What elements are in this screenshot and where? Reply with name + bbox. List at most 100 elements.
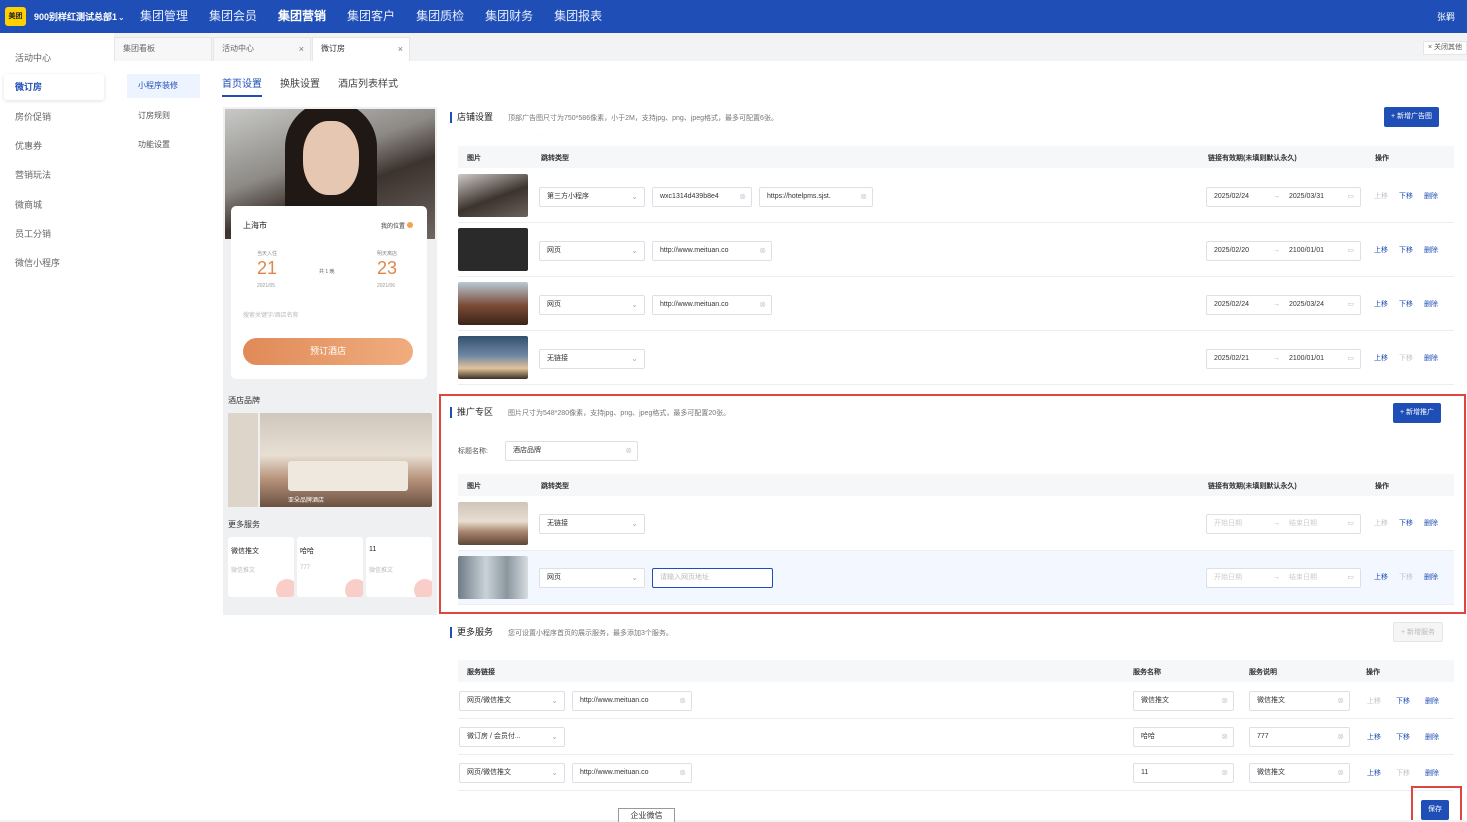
delete-button[interactable]: 删除 [1424, 518, 1438, 528]
tab-activity-center[interactable]: 活动中心 × [213, 37, 311, 61]
clear-icon[interactable]: ⊗ [1337, 728, 1344, 746]
delete-button[interactable]: 删除 [1424, 299, 1438, 309]
jump-type-select[interactable]: 网页 ⌄ [539, 295, 645, 315]
tab-dashboard[interactable]: 集团看板 [114, 37, 212, 61]
service-name-input[interactable]: 微信推文 ⊗ [1133, 691, 1234, 711]
subnav-item-miniprogram-decor[interactable]: 小程序装修 [127, 74, 200, 98]
clear-icon[interactable]: ⊗ [739, 188, 746, 206]
subnav-item-booking-rules[interactable]: 订房规则 [127, 104, 200, 128]
date-range-picker[interactable]: 2025/02/20 → 2100/01/01 ▭ [1206, 241, 1361, 261]
url-input[interactable]: http://www.meituan.co ⊗ [652, 241, 772, 261]
move-up-button[interactable]: 上移 [1374, 245, 1388, 255]
sidebar-item-staff-distribution[interactable]: 员工分销 [4, 221, 104, 247]
service-name-input[interactable]: 11 ⊗ [1133, 763, 1234, 783]
appid-input[interactable]: wxc1314d439b8e4 ⊗ [652, 187, 752, 207]
date-range-picker[interactable]: 开始日期 → 结束日期 ▭ [1206, 514, 1361, 534]
top-nav-item-members[interactable]: 集团会员 [209, 8, 257, 24]
delete-button[interactable]: 删除 [1425, 768, 1439, 778]
jump-type-select[interactable]: 网页 ⌄ [539, 568, 645, 588]
url-input[interactable]: 请输入网页地址 [652, 568, 773, 588]
move-up-button[interactable]: 上移 [1374, 353, 1388, 363]
add-banner-button[interactable]: + 新增广告图 [1384, 107, 1440, 127]
sidebar-item-coupons[interactable]: 优惠券 [4, 133, 104, 159]
service-url-input[interactable]: http://www.meituan.co ⊗ [572, 763, 692, 783]
url-input[interactable]: https://hotelpms.sjst. ⊗ [759, 187, 873, 207]
service-link-select[interactable]: 网页/微信推文 ⌄ [459, 763, 565, 783]
top-nav-item-reports[interactable]: 集团报表 [554, 8, 602, 24]
title-name-input[interactable]: 酒店品牌 ⊗ [505, 441, 638, 461]
service-link-select[interactable]: 微订房 / 会员付... ⌄ [459, 727, 565, 747]
sidebar-item-price-promo[interactable]: 房价促销 [4, 104, 104, 130]
move-up-button[interactable]: 上移 [1374, 518, 1388, 528]
top-nav-item-quality[interactable]: 集团质检 [416, 8, 464, 24]
jump-type-select[interactable]: 无链接 ⌄ [539, 349, 645, 369]
top-nav-item-marketing[interactable]: 集团营销 [278, 8, 326, 24]
sidebar-item-micro-mall[interactable]: 微商城 [4, 192, 104, 218]
date-range-picker[interactable]: 2025/02/21 → 2100/01/01 ▭ [1206, 349, 1361, 369]
delete-button[interactable]: 删除 [1424, 353, 1438, 363]
sidebar-item-marketing-play[interactable]: 营销玩法 [4, 162, 104, 188]
tab-micro-booking[interactable]: 微订房 × [312, 37, 410, 61]
service-link-select[interactable]: 网页/微信推文 ⌄ [459, 691, 565, 711]
jump-type-select[interactable]: 第三方小程序 ⌄ [539, 187, 645, 207]
tab-skin-settings[interactable]: 换肤设置 [280, 75, 320, 97]
move-up-button[interactable]: 上移 [1374, 191, 1388, 201]
move-down-button[interactable]: 下移 [1399, 572, 1413, 582]
delete-button[interactable]: 删除 [1425, 732, 1439, 742]
clear-icon[interactable]: ⊗ [679, 692, 686, 710]
move-down-button[interactable]: 下移 [1396, 768, 1410, 778]
top-nav-item-management[interactable]: 集团管理 [140, 8, 188, 24]
save-button[interactable]: 保存 [1421, 800, 1449, 820]
service-desc-input[interactable]: 微信推文 ⊗ [1249, 763, 1350, 783]
service-url-input[interactable]: http://www.meituan.co ⊗ [572, 691, 692, 711]
close-icon[interactable]: × [398, 38, 403, 60]
top-nav-item-customers[interactable]: 集团客户 [347, 8, 395, 24]
clear-icon[interactable]: ⊗ [625, 442, 632, 460]
sidebar-item-activity[interactable]: 活动中心 [4, 45, 104, 71]
top-nav-item-finance[interactable]: 集团财务 [485, 8, 533, 24]
move-down-button[interactable]: 下移 [1399, 191, 1413, 201]
tab-home-settings[interactable]: 首页设置 [222, 75, 262, 97]
subnav-item-feature-settings[interactable]: 功能设置 [127, 133, 200, 157]
move-up-button[interactable]: 上移 [1374, 299, 1388, 309]
close-other-tabs-button[interactable]: × 关闭其他 [1422, 41, 1467, 55]
sidebar-item-micro-booking[interactable]: 微订房 [4, 74, 104, 100]
date-range-picker[interactable]: 开始日期 → 结束日期 ▭ [1206, 568, 1361, 588]
service-desc-input[interactable]: 微信推文 ⊗ [1249, 691, 1350, 711]
clear-icon[interactable]: ⊗ [1337, 692, 1344, 710]
add-promo-button[interactable]: + 新增推广 [1393, 403, 1442, 423]
user-menu[interactable]: 张羁 [1437, 10, 1455, 23]
clear-icon[interactable]: ⊗ [1221, 692, 1228, 710]
delete-button[interactable]: 删除 [1425, 696, 1439, 706]
date-range-picker[interactable]: 2025/02/24 → 2025/03/31 ▭ [1206, 187, 1361, 207]
delete-button[interactable]: 删除 [1424, 572, 1438, 582]
move-up-button[interactable]: 上移 [1367, 732, 1381, 742]
move-up-button[interactable]: 上移 [1367, 696, 1381, 706]
move-down-button[interactable]: 下移 [1399, 518, 1413, 528]
url-input[interactable]: http://www.meituan.co ⊗ [652, 295, 772, 315]
clear-icon[interactable]: ⊗ [759, 296, 766, 314]
close-icon[interactable]: × [299, 38, 304, 60]
delete-button[interactable]: 删除 [1424, 191, 1438, 201]
service-desc-input[interactable]: 777 ⊗ [1249, 727, 1350, 747]
clear-icon[interactable]: ⊗ [1221, 728, 1228, 746]
date-range-picker[interactable]: 2025/02/24 → 2025/03/24 ▭ [1206, 295, 1361, 315]
clear-icon[interactable]: ⊗ [860, 188, 867, 206]
delete-button[interactable]: 删除 [1424, 245, 1438, 255]
move-down-button[interactable]: 下移 [1396, 732, 1410, 742]
service-name-input[interactable]: 哈哈 ⊗ [1133, 727, 1234, 747]
move-down-button[interactable]: 下移 [1399, 353, 1413, 363]
org-switcher[interactable]: 900别样红测试总部1⌄ [34, 10, 125, 23]
add-service-button[interactable]: + 新增服务 [1393, 622, 1444, 642]
clear-icon[interactable]: ⊗ [1337, 764, 1344, 782]
clear-icon[interactable]: ⊗ [679, 764, 686, 782]
jump-type-select[interactable]: 无链接 ⌄ [539, 514, 645, 534]
clear-icon[interactable]: ⊗ [759, 242, 766, 260]
move-down-button[interactable]: 下移 [1396, 696, 1410, 706]
move-down-button[interactable]: 下移 [1399, 299, 1413, 309]
move-up-button[interactable]: 上移 [1374, 572, 1388, 582]
sidebar-item-wechat-miniprogram[interactable]: 微信小程序 [4, 250, 104, 276]
tab-hotel-list-style[interactable]: 酒店列表样式 [338, 75, 398, 97]
move-down-button[interactable]: 下移 [1399, 245, 1413, 255]
move-up-button[interactable]: 上移 [1367, 768, 1381, 778]
